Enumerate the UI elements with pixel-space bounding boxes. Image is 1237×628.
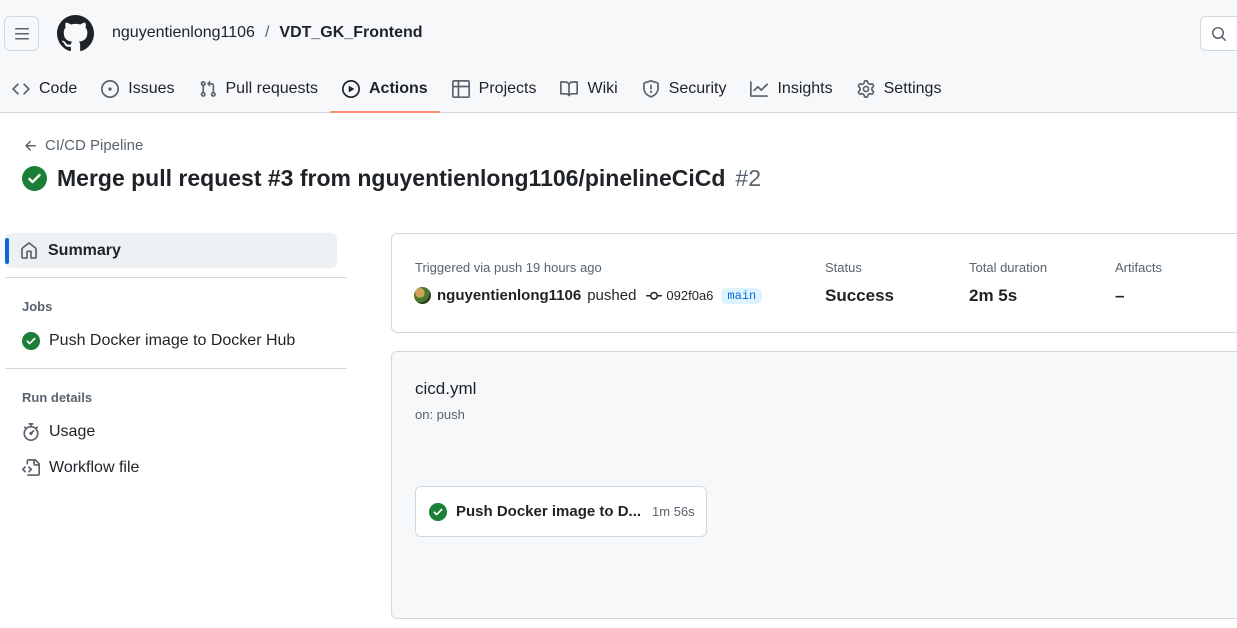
tab-issues[interactable]: Issues [89,66,186,112]
issue-icon [101,80,120,98]
sidebar-divider [5,368,347,369]
branch-label[interactable]: main [721,287,763,304]
tab-wiki[interactable]: Wiki [548,66,629,112]
trigger-label: Triggered via push 19 hours ago [415,260,602,275]
job-node[interactable]: Push Docker image to D... 1m 56s [415,486,707,537]
arrow-left-icon [25,140,36,151]
check-circle-fill-icon [429,502,447,521]
repo-owner-link[interactable]: nguyentienlong1106 [112,24,255,42]
trigger-details: nguyentienlong1106 pushed 092f0a6 main [414,287,763,304]
avatar[interactable] [414,287,431,304]
sidebar-item-workflow-file[interactable]: Workflow file [22,459,139,477]
code-icon [12,83,30,95]
tab-projects[interactable]: Projects [440,66,549,112]
sidebar-workflow-file-label: Workflow file [49,459,140,476]
check-circle-fill-icon [22,166,47,191]
tab-security[interactable]: Security [630,66,739,112]
sidebar-job-label: Push Docker image to Docker Hub [49,332,296,349]
git-commit-icon [646,291,663,300]
tab-settings-label: Settings [883,80,942,97]
github-logo-icon[interactable] [57,15,94,52]
tab-code-label: Code [39,80,78,97]
sidebar-summary-label: Summary [48,241,121,259]
run-details-heading: Run details [22,390,93,405]
stopwatch-icon [23,423,39,441]
status-label: Status [825,260,862,275]
trigger-action: pushed [587,287,637,304]
tab-settings[interactable]: Settings [845,66,954,112]
repo-header: nguyentienlong1106 / VDT_GK_Frontend Cod… [0,0,1237,113]
repo-breadcrumb: nguyentienlong1106 / VDT_GK_Frontend [112,24,423,42]
tab-pull-requests[interactable]: Pull requests [187,66,331,112]
sidebar-job-item[interactable]: Push Docker image to Docker Hub [22,332,295,350]
artifacts-value: – [1115,286,1125,305]
sidebar-usage-label: Usage [49,423,96,440]
tab-actions[interactable]: Actions [330,66,440,113]
job-node-duration: 1m 56s [652,504,695,519]
tab-insights[interactable]: Insights [738,66,844,112]
job-node-label: Push Docker image to D... [456,503,642,520]
back-to-workflow-link[interactable]: CI/CD Pipeline [23,137,143,154]
status-value: Success [825,286,894,305]
sidebar-item-summary[interactable]: Summary [5,233,337,268]
sidebar-divider [5,277,347,278]
tab-projects-label: Projects [478,80,537,97]
jobs-heading: Jobs [22,299,53,314]
duration-value: 2m 5s [969,286,1018,305]
actor-link[interactable]: nguyentienlong1106 [437,287,581,304]
tab-insights-label: Insights [777,80,833,97]
menu-button[interactable] [4,16,39,51]
file-code-icon [22,459,40,476]
hamburger-icon [14,27,29,39]
run-number: #2 [735,165,761,191]
home-icon [21,241,37,259]
commit-link[interactable]: 092f0a6 [646,288,713,304]
repo-name-link[interactable]: VDT_GK_Frontend [279,24,422,42]
tab-code[interactable]: Code [0,66,89,112]
search-button[interactable] [1200,16,1237,51]
workflow-trigger: on: push [415,407,465,422]
table-icon [451,80,470,98]
artifacts-label: Artifacts [1115,260,1162,275]
search-icon [1212,26,1227,41]
gear-icon [857,80,874,98]
repo-tabs: Code Issues Pull requests Actions Projec… [0,66,953,113]
back-link-label: CI/CD Pipeline [45,137,144,154]
shield-icon [642,80,659,98]
tab-actions-label: Actions [369,80,428,97]
tab-security-label: Security [668,80,727,97]
run-title-text: Merge pull request #3 from nguyentienlon… [57,165,726,191]
sidebar-item-usage[interactable]: Usage [22,423,95,441]
graph-icon [750,81,769,97]
workflow-file-name: cicd.yml [415,379,477,398]
page-title: Merge pull request #3 from nguyentienlon… [22,165,761,192]
duration-label: Total duration [969,260,1048,275]
book-icon [560,81,579,97]
tab-issues-label: Issues [128,80,175,97]
pull-request-icon [200,80,216,97]
breadcrumb-separator: / [264,24,270,41]
workflow-graph: cicd.yml on: push Push Docker image to D… [391,351,1237,619]
commit-sha: 092f0a6 [666,288,714,303]
tab-pull-requests-label: Pull requests [225,80,319,97]
check-circle-fill-icon [22,332,40,350]
play-icon [342,80,360,98]
run-summary-card: Triggered via push 19 hours ago nguyenti… [391,233,1237,333]
tab-wiki-label: Wiki [587,80,618,97]
